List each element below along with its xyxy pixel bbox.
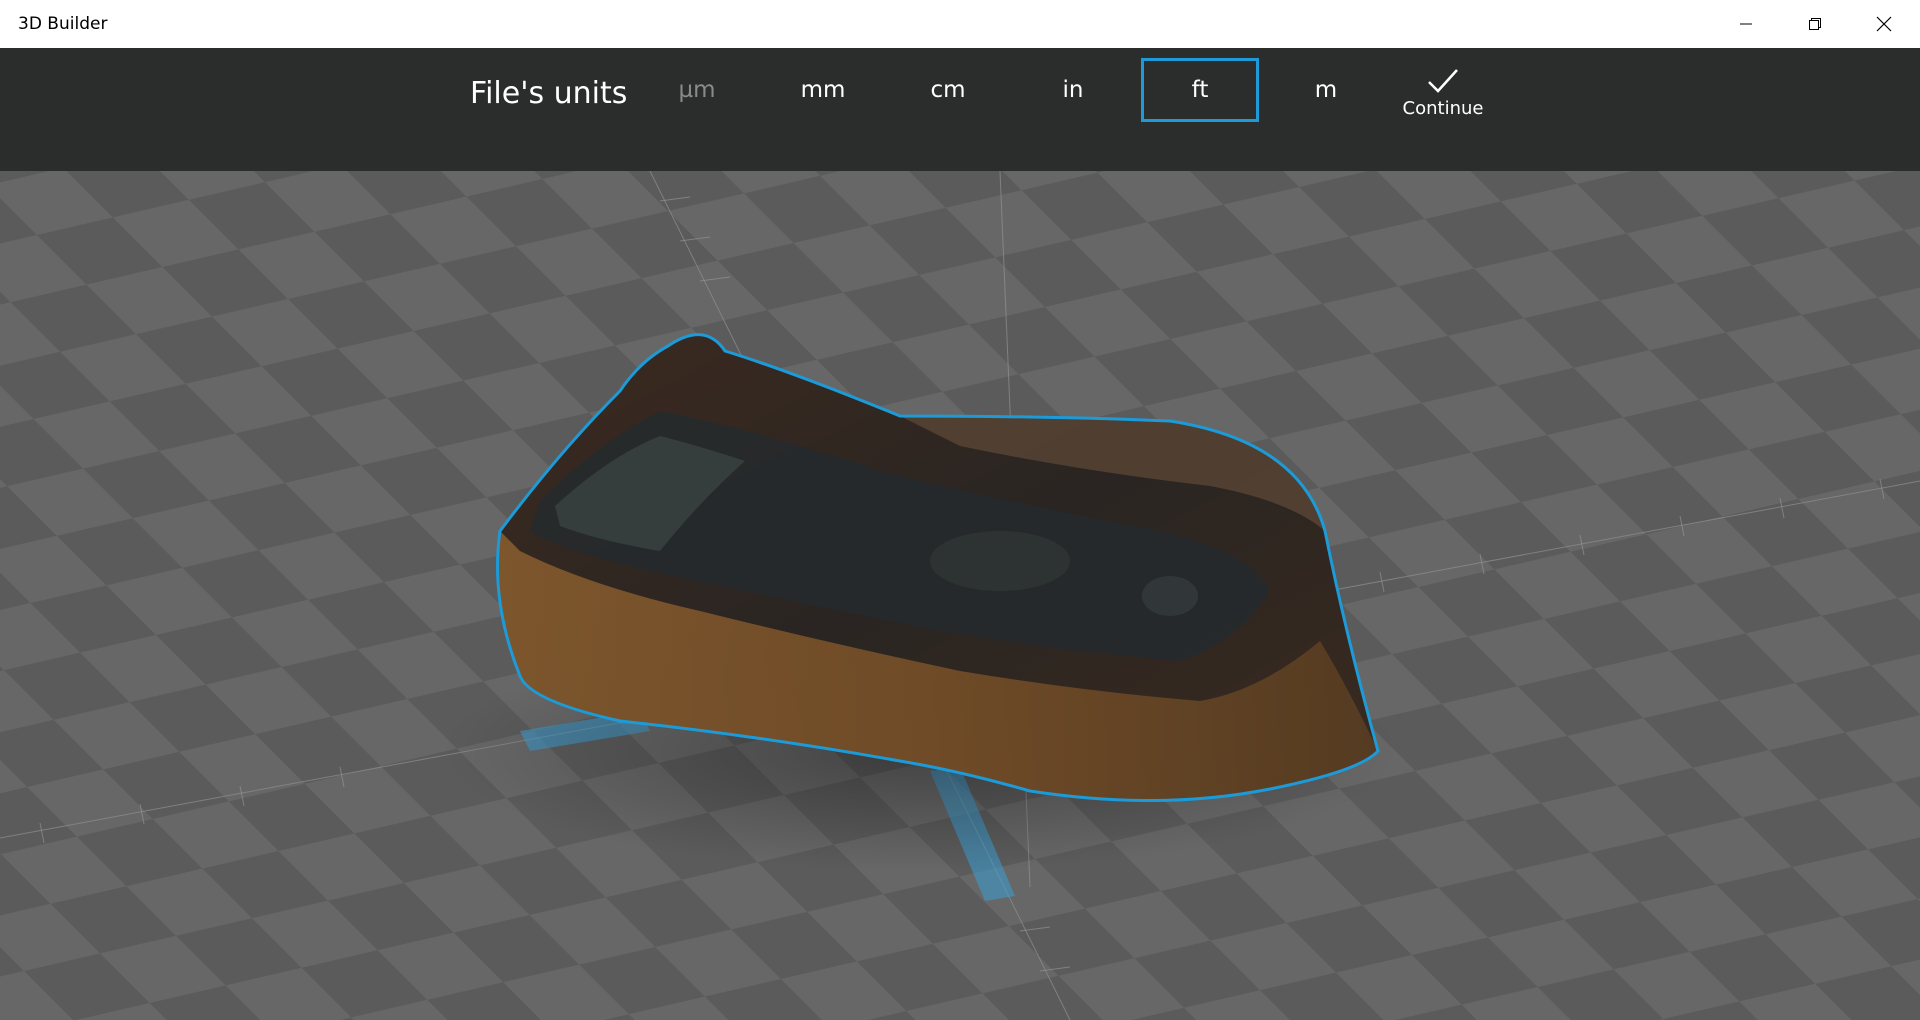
unit-centimeter-button[interactable]: cm [889, 58, 1007, 122]
unit-micrometer-button[interactable]: µm [638, 58, 756, 122]
minimize-icon [1740, 23, 1752, 25]
3d-viewport[interactable] [0, 171, 1920, 1020]
units-heading: File's units [470, 76, 628, 111]
app-window: 3D Builder File's units µm mm cm in ft m [0, 0, 1920, 1020]
minimize-button[interactable] [1712, 0, 1780, 48]
continue-button[interactable]: Continue [1393, 66, 1493, 136]
title-bar: 3D Builder [0, 0, 1920, 48]
unit-foot-button[interactable]: ft [1141, 58, 1259, 122]
close-button[interactable] [1850, 0, 1918, 48]
close-icon [1876, 16, 1892, 32]
continue-label: Continue [1402, 98, 1484, 119]
app-title: 3D Builder [18, 14, 108, 34]
units-toolbar: File's units µm mm cm in ft m Continue [0, 48, 1920, 171]
unit-inch-button[interactable]: in [1014, 58, 1132, 122]
restore-icon [1809, 18, 1821, 30]
unit-millimeter-button[interactable]: mm [764, 58, 882, 122]
unit-meter-button[interactable]: m [1267, 58, 1385, 122]
restore-button[interactable] [1781, 0, 1849, 48]
checkmark-icon [1428, 69, 1458, 93]
viewport-scene [0, 171, 1920, 1020]
